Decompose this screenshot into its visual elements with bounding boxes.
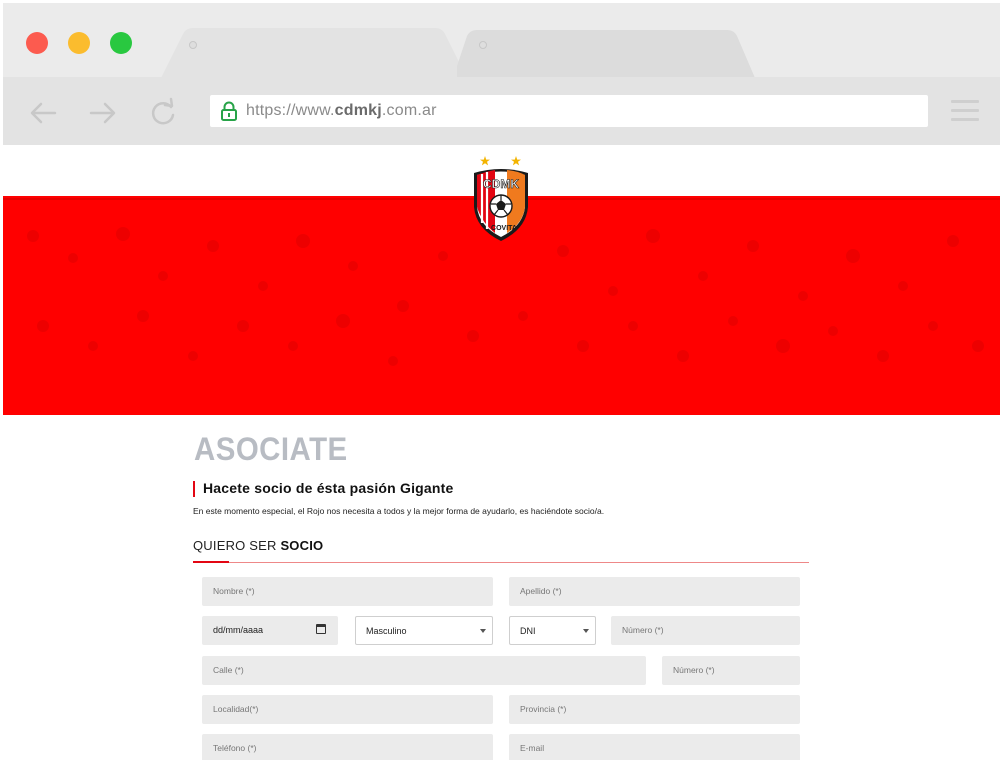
telefono-field[interactable]: Teléfono (*) bbox=[202, 734, 493, 760]
apellido-field[interactable]: Apellido (*) bbox=[509, 577, 800, 606]
browser-tab-bar bbox=[3, 3, 1000, 78]
browser-tab-inactive[interactable] bbox=[457, 28, 757, 78]
reload-icon[interactable] bbox=[147, 97, 179, 129]
tab-favicon-icon bbox=[479, 41, 487, 49]
minimize-window-button[interactable] bbox=[68, 32, 90, 54]
birthdate-field[interactable]: dd/mm/aaaa bbox=[202, 616, 338, 645]
doc-number-field[interactable]: Número (*) bbox=[611, 616, 800, 645]
street-number-field[interactable]: Número (*) bbox=[662, 656, 800, 685]
provincia-field[interactable]: Provincia (*) bbox=[509, 695, 800, 724]
section-divider bbox=[193, 562, 809, 563]
doc-type-select[interactable]: DNI bbox=[509, 616, 596, 645]
close-window-button[interactable] bbox=[26, 32, 48, 54]
section-divider-accent bbox=[193, 561, 229, 563]
maximize-window-button[interactable] bbox=[110, 32, 132, 54]
calle-field[interactable]: Calle (*) bbox=[202, 656, 646, 685]
browser-menu-icon[interactable] bbox=[951, 100, 979, 122]
back-arrow-icon[interactable] bbox=[27, 97, 59, 129]
calendar-icon[interactable] bbox=[316, 624, 326, 634]
svg-text:CDMK: CDMK bbox=[483, 177, 519, 191]
subtitle-accent-bar bbox=[193, 481, 195, 497]
tab-favicon-icon bbox=[189, 41, 197, 49]
sexo-select[interactable]: Masculino bbox=[355, 616, 493, 645]
address-url[interactable]: https://www.cdmkj.com.ar bbox=[246, 102, 437, 120]
browser-window: https://www.cdmkj.com.ar CDMK COVITA ASO… bbox=[3, 3, 1000, 760]
club-crest-logo[interactable]: CDMK COVITA bbox=[468, 151, 534, 243]
browser-tab-active[interactable] bbox=[161, 28, 471, 78]
page-title: ASOCIATE bbox=[194, 431, 348, 467]
svg-text:COVITA: COVITA bbox=[491, 225, 517, 232]
localidad-field[interactable]: Localidad(*) bbox=[202, 695, 493, 724]
lock-icon bbox=[220, 101, 238, 121]
email-field[interactable]: E-mail bbox=[509, 734, 800, 760]
forward-arrow-icon[interactable] bbox=[87, 97, 119, 129]
intro-text: En este momento especial, el Rojo nos ne… bbox=[193, 506, 605, 516]
address-bar[interactable]: https://www.cdmkj.com.ar bbox=[210, 95, 928, 127]
nombre-field[interactable]: Nombre (*) bbox=[202, 577, 493, 606]
dropdown-arrow-icon bbox=[583, 629, 589, 633]
section-heading: QUIERO SER SOCIO bbox=[193, 538, 324, 553]
browser-toolbar: https://www.cdmkj.com.ar bbox=[3, 77, 1000, 145]
page-subtitle: Hacete socio de ésta pasión Gigante bbox=[203, 480, 454, 496]
dropdown-arrow-icon bbox=[480, 629, 486, 633]
